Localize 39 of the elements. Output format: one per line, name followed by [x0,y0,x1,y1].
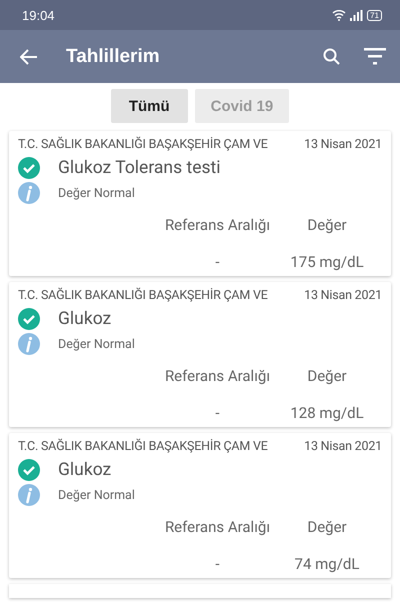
info-icon [18,484,40,506]
result-status: Değer Normal [58,186,135,200]
institution-name: T.C. SAĞLIK BAKANLIĞI BAŞAKŞEHİR ÇAM VE [18,288,268,303]
reference-range: - [214,253,221,271]
info-icon [18,333,40,355]
filter-icon [364,48,386,65]
institution-name: T.C. SAĞLIK BAKANLIĞI BAŞAKŞEHİR ÇAM VE [18,137,268,152]
result-card[interactable]: T.C. SAĞLIK BAKANLIĞI BAŞAKŞEHİR ÇAM VE 13 Nisan 2021 Glukoz Değer Normal Referans Aralığı Değer - 74 mg/dL [9,433,391,578]
test-name: Glukoz [58,309,112,329]
test-name: Glukoz [58,460,112,480]
result-value: 74 mg/dL [294,555,360,573]
column-header: Değer [306,216,348,234]
signal-icon [350,10,364,20]
result-date: 13 Nisan 2021 [304,137,382,152]
column-header: Değer [306,367,348,385]
column-header: Referans Aralığı [164,216,272,234]
reference-range: - [214,555,221,573]
clock: 19:04 [22,8,56,22]
result-status: Değer Normal [58,488,135,502]
result-card[interactable]: T.C. SAĞLIK BAKANLIĞI BAŞAKŞEHİR ÇAM VE 13 Nisan 2021 Glukoz Tolerans testi Değer Normal Referans Aralığı Değer - 175 mg/dL [9,131,391,276]
screen-title: Tahlillerim [66,46,161,68]
battery-level: 71 [367,10,382,20]
filter-tab[interactable]: Tümü [110,89,188,123]
result-value: 128 mg/dL [289,404,365,422]
info-icon [18,182,40,204]
back-arrow-icon [20,48,38,66]
test-name: Glukoz Tolerans testi [58,158,220,178]
result-value: 175 mg/dL [289,253,365,271]
result-date: 13 Nisan 2021 [304,439,382,454]
result-card[interactable]: T.C. SAĞLIK BAKANLIĞI BAŞAKŞEHİR ÇAM VE 13 Nisan 2021 Glukoz Değer Normal Referans Aralığı Değer - 128 mg/dL [9,282,391,427]
result-date: 13 Nisan 2021 [304,288,382,303]
institution-name: T.C. SAĞLIK BAKANLIĞI BAŞAKŞEHİR ÇAM VE [18,439,268,454]
column-header: Referans Aralığı [164,518,272,536]
column-header: Değer [306,518,348,536]
reference-range: - [214,404,221,422]
search-icon [322,48,340,65]
wifi-icon [332,9,346,21]
column-header: Referans Aralığı [164,367,272,385]
result-status: Değer Normal [58,336,135,352]
